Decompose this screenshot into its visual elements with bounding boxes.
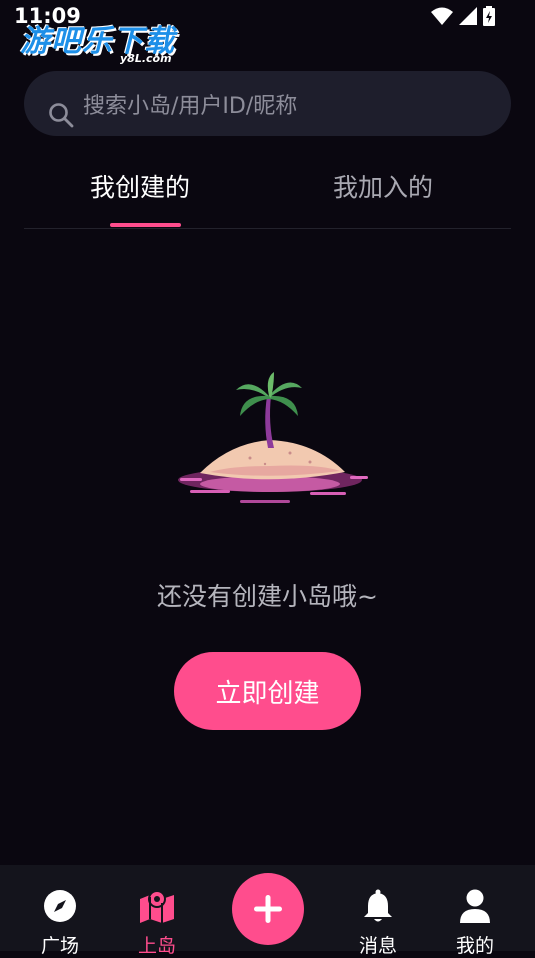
tab-divider	[24, 228, 511, 229]
nav-item-plaza[interactable]: 广场	[15, 889, 105, 957]
nav-item-island[interactable]: 上岛	[112, 889, 202, 957]
nav-item-mine[interactable]: 我的	[430, 889, 520, 957]
user-icon	[460, 889, 490, 923]
search-input[interactable]: 搜索小岛/用户ID/昵称	[83, 88, 297, 120]
plus-icon	[254, 895, 282, 923]
watermark-logo: 游吧乐下载 y8L.com	[20, 16, 175, 65]
nav-label-island: 上岛	[137, 935, 176, 957]
nav-label-mine: 我的	[455, 935, 494, 957]
battery-icon	[483, 6, 495, 26]
tab-joined[interactable]: 我加入的	[333, 168, 433, 204]
tab-active-indicator	[110, 223, 181, 227]
add-fab-button[interactable]	[232, 873, 304, 945]
create-now-button[interactable]: 立即创建	[174, 652, 361, 730]
search-icon	[49, 103, 74, 128]
nav-item-messages[interactable]: 消息	[333, 889, 423, 957]
compass-icon	[44, 890, 76, 922]
nav-label-plaza: 广场	[40, 935, 79, 957]
nav-label-messages: 消息	[358, 935, 397, 957]
signal-icon	[459, 7, 477, 25]
island-illustration	[178, 372, 368, 503]
empty-state-message: 还没有创建小岛哦~	[157, 582, 378, 611]
watermark-subtext: y8L.com	[120, 52, 172, 65]
status-icons	[431, 6, 495, 26]
tab-created[interactable]: 我创建的	[90, 168, 190, 204]
wifi-icon	[431, 7, 453, 25]
bell-icon	[364, 889, 392, 922]
map-icon	[140, 890, 174, 923]
